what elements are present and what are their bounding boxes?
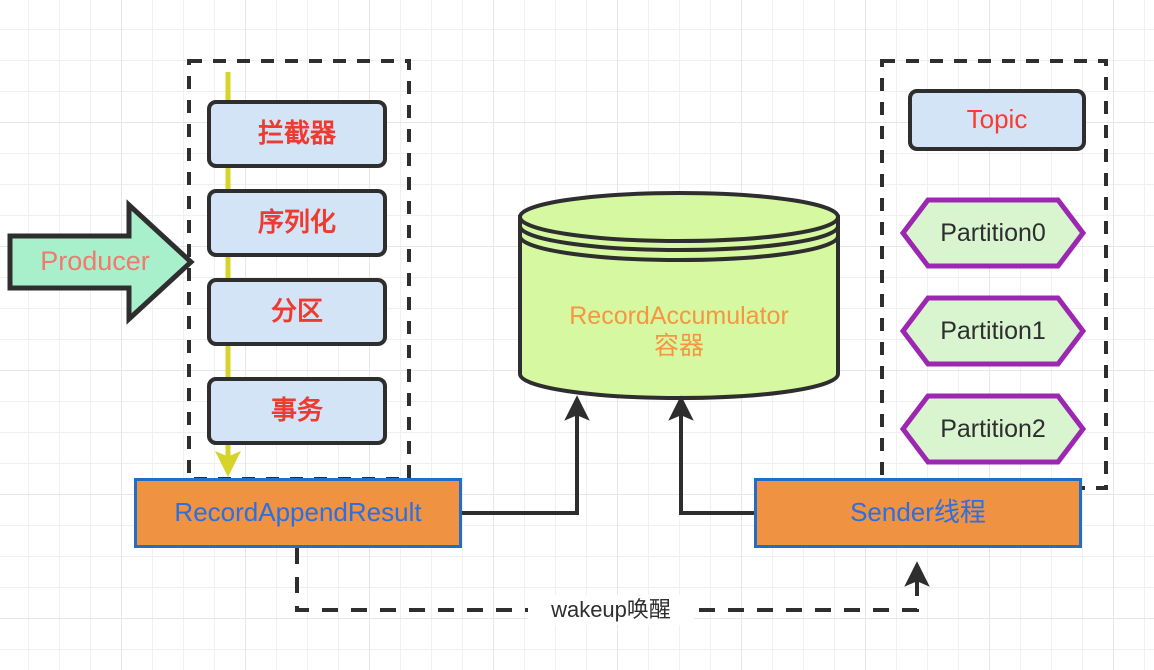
stage-label-interceptor: 拦截器 (257, 118, 336, 149)
stage-box-transaction[interactable]: 事务 (207, 377, 387, 445)
record-accumulator-cylinder (518, 191, 840, 400)
stage-label-partition: 分区 (270, 296, 323, 327)
topic-label: Topic (966, 104, 1028, 135)
record-append-result-box[interactable]: RecordAppendResult (134, 478, 462, 548)
record-append-result-label: RecordAppendResult (174, 497, 422, 528)
partition-label-1: Partition1 (940, 316, 1046, 345)
stage-label-serialization: 序列化 (257, 207, 336, 238)
partition-label-2: Partition2 (940, 414, 1046, 443)
stage-box-serialization[interactable]: 序列化 (207, 189, 387, 257)
partition-label-0: Partition0 (940, 218, 1046, 247)
sender-thread-box[interactable]: Sender线程 (754, 478, 1082, 548)
stage-box-partition[interactable]: 分区 (207, 278, 387, 346)
sender-thread-label: Sender线程 (850, 497, 986, 528)
connector-sender-to-accumulator (668, 395, 754, 515)
stage-label-transaction: 事务 (270, 395, 323, 426)
diagram-canvas: Producer 拦截器 序列化 分区 事务 RecordAccumulator… (0, 0, 1154, 670)
wakeup-label: wakeup唤醒 (528, 595, 694, 625)
connector-append-to-accumulator (462, 395, 590, 515)
producer-arrow-shape (7, 199, 195, 325)
stage-box-interceptor[interactable]: 拦截器 (207, 100, 387, 168)
topic-box[interactable]: Topic (908, 89, 1086, 151)
